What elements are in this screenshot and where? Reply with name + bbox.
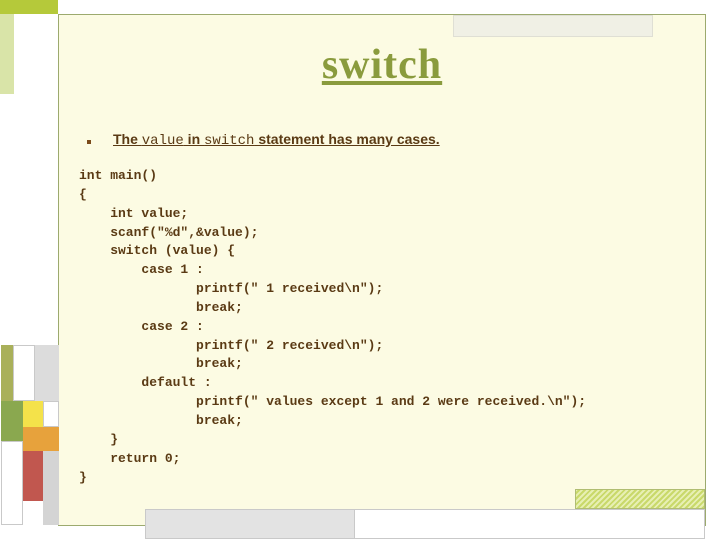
code-line: switch (value) { <box>79 243 235 258</box>
bullet-suffix: statement has many cases. <box>254 131 439 147</box>
code-line: } <box>79 432 118 447</box>
code-line: printf(" values except 1 and 2 were rece… <box>79 394 586 409</box>
decor-top-left <box>0 0 58 14</box>
code-line: int main() <box>79 168 157 183</box>
decor-top-right <box>453 15 653 37</box>
bullet-kw-value: value <box>142 133 184 149</box>
code-line: return 0; <box>79 451 180 466</box>
slide-title: switch <box>59 41 705 89</box>
code-line: printf(" 2 received\n"); <box>79 338 383 353</box>
code-line: break; <box>79 413 243 428</box>
bullet-row: The value in switch statement has many c… <box>87 131 705 149</box>
bullet-mid: in <box>184 131 204 147</box>
code-line: case 2 : <box>79 319 204 334</box>
code-line: break; <box>79 356 243 371</box>
code-line: case 1 : <box>79 262 204 277</box>
decor-mondrian <box>1 345 59 525</box>
code-line: printf(" 1 received\n"); <box>79 281 383 296</box>
code-line: { <box>79 187 87 202</box>
bullet-text: The value in switch statement has many c… <box>113 131 440 149</box>
bullet-icon <box>87 140 91 144</box>
decor-bottom <box>115 483 705 539</box>
code-line: break; <box>79 300 243 315</box>
bullet-kw-switch: switch <box>204 133 254 149</box>
code-line: default : <box>79 375 212 390</box>
slide-frame: switch The value in switch statement has… <box>58 14 706 526</box>
code-block: int main() { int value; scanf("%d",&valu… <box>79 167 705 487</box>
code-line: scanf("%d",&value); <box>79 225 258 240</box>
bullet-prefix: The <box>113 131 142 147</box>
code-line: int value; <box>79 206 188 221</box>
code-line: } <box>79 470 87 485</box>
decor-left-side <box>0 14 14 94</box>
